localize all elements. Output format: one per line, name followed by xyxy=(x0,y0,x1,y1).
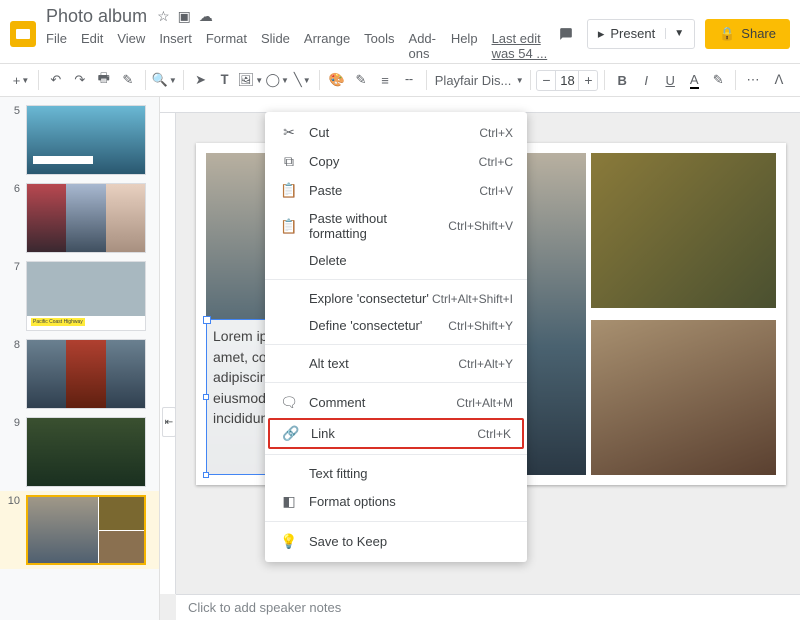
text-color-button[interactable]: A xyxy=(683,68,705,92)
app-header: Photo album ☆ ▣ ☁ File Edit View Insert … xyxy=(0,0,800,63)
border-weight-button[interactable]: ≡ xyxy=(374,68,396,92)
image-tool[interactable]: 🖼▼ xyxy=(238,68,264,92)
menu-help[interactable]: Help xyxy=(451,31,478,61)
zoom-button[interactable]: 🔍▼ xyxy=(152,68,177,92)
menu-cut[interactable]: ✂CutCtrl+X xyxy=(265,118,527,147)
paint-format-button[interactable]: ✎ xyxy=(117,68,139,92)
present-icon: ▸ xyxy=(598,26,605,42)
shape-tool[interactable]: ◯▼ xyxy=(265,68,289,92)
menu-file[interactable]: File xyxy=(46,31,67,61)
cut-icon: ✂ xyxy=(279,124,299,141)
comment-icon: 🗨 xyxy=(279,394,299,411)
menu-insert[interactable]: Insert xyxy=(159,31,192,61)
undo-button[interactable]: ↶ xyxy=(45,68,67,92)
menu-format-options[interactable]: ◧Format options xyxy=(265,487,527,516)
paste-icon: 📋 xyxy=(279,182,299,199)
keep-icon: 💡 xyxy=(279,533,299,550)
paste-plain-icon: 📋 xyxy=(279,218,299,235)
slide-thumb-8[interactable]: 8 xyxy=(0,335,159,413)
bold-button[interactable]: B xyxy=(611,68,633,92)
slide-thumb-10[interactable]: 10 xyxy=(0,491,159,569)
line-tool[interactable]: ╲▼ xyxy=(291,68,313,92)
redo-button[interactable]: ↷ xyxy=(69,68,91,92)
italic-button[interactable]: I xyxy=(635,68,657,92)
last-edit-link[interactable]: Last edit was 54 ... xyxy=(492,31,555,61)
menu-save-to-keep[interactable]: 💡Save to Keep xyxy=(265,527,527,556)
new-slide-button[interactable]: +▼ xyxy=(10,68,32,92)
link-icon: 🔗 xyxy=(281,425,301,442)
menu-edit[interactable]: Edit xyxy=(81,31,103,61)
font-select[interactable] xyxy=(433,71,513,90)
menu-link[interactable]: 🔗LinkCtrl+K xyxy=(268,418,524,449)
present-button[interactable]: ▸ Present ▼ xyxy=(587,19,695,49)
slide-thumb-6[interactable]: 6 xyxy=(0,179,159,257)
menu-paste[interactable]: 📋PasteCtrl+V xyxy=(265,176,527,205)
font-size-value[interactable]: 18 xyxy=(555,71,579,90)
slides-logo xyxy=(10,21,36,47)
menu-delete[interactable]: Delete xyxy=(265,247,527,274)
lock-icon: 🔒 xyxy=(719,26,735,42)
font-size-decrease[interactable]: − xyxy=(537,72,555,88)
slide-image-top-right[interactable] xyxy=(591,153,776,308)
hide-menu-button[interactable]: ᐱ xyxy=(768,68,790,92)
slide-image-bottom-right[interactable] xyxy=(591,320,776,475)
present-dropdown[interactable]: ▼ xyxy=(665,28,684,39)
collapse-filmstrip-button[interactable]: ⇤ xyxy=(162,407,176,437)
textbox-tool[interactable]: 𝐓 xyxy=(214,68,236,92)
menu-tools[interactable]: Tools xyxy=(364,31,394,61)
more-button[interactable]: ⋯ xyxy=(742,68,764,92)
menu-copy[interactable]: ⧉CopyCtrl+C xyxy=(265,147,527,176)
print-button[interactable]: 🖶 xyxy=(93,68,115,92)
doc-title[interactable]: Photo album xyxy=(46,6,147,27)
speaker-notes[interactable]: Click to add speaker notes xyxy=(176,594,800,620)
menu-text-fitting[interactable]: Text fitting xyxy=(265,460,527,487)
underline-button[interactable]: U xyxy=(659,68,681,92)
slide-thumb-9[interactable]: 9 xyxy=(0,413,159,491)
star-icon[interactable]: ☆ xyxy=(157,8,170,25)
slide-thumb-5[interactable]: 5 xyxy=(0,101,159,179)
menu-paste-no-format[interactable]: 📋Paste without formattingCtrl+Shift+V xyxy=(265,205,527,247)
menu-view[interactable]: View xyxy=(117,31,145,61)
menu-slide[interactable]: Slide xyxy=(261,31,290,61)
copy-icon: ⧉ xyxy=(279,153,299,170)
ruler-vertical xyxy=(160,113,176,594)
menu-alt-text[interactable]: Alt textCtrl+Alt+Y xyxy=(265,350,527,377)
font-size-increase[interactable]: + xyxy=(579,72,597,88)
border-dash-button[interactable]: ╌ xyxy=(398,68,420,92)
fill-color-button[interactable]: 🎨 xyxy=(326,68,348,92)
font-size-control: − 18 + xyxy=(536,70,598,91)
menu-comment[interactable]: 🗨CommentCtrl+Alt+M xyxy=(265,388,527,417)
format-options-icon: ◧ xyxy=(279,493,299,510)
cloud-icon[interactable]: ☁ xyxy=(199,8,213,25)
select-tool[interactable]: ➤ xyxy=(190,68,212,92)
menu-format[interactable]: Format xyxy=(206,31,247,61)
highlight-button[interactable]: ✎ xyxy=(707,68,729,92)
border-color-button[interactable]: ✎ xyxy=(350,68,372,92)
menu-arrange[interactable]: Arrange xyxy=(304,31,350,61)
move-icon[interactable]: ▣ xyxy=(178,8,191,25)
ruler-horizontal xyxy=(160,97,800,113)
toolbar: +▼ ↶ ↷ 🖶 ✎ 🔍▼ ➤ 𝐓 🖼▼ ◯▼ ╲▼ 🎨 ✎ ≡ ╌ ▼ − 1… xyxy=(0,63,800,97)
menubar: File Edit View Insert Format Slide Arran… xyxy=(46,31,555,61)
slide-filmstrip[interactable]: 5 6 7 Pacific Coast Highway 8 9 10 xyxy=(0,97,160,620)
context-menu: ✂CutCtrl+X ⧉CopyCtrl+C 📋PasteCtrl+V 📋Pas… xyxy=(265,112,527,562)
slide-thumb-7[interactable]: 7 Pacific Coast Highway xyxy=(0,257,159,335)
menu-explore[interactable]: Explore 'consectetur'Ctrl+Alt+Shift+I xyxy=(265,285,527,312)
share-button[interactable]: 🔒 Share xyxy=(705,19,790,49)
comments-icon[interactable] xyxy=(555,23,577,45)
menu-addons[interactable]: Add-ons xyxy=(409,31,437,61)
menu-define[interactable]: Define 'consectetur'Ctrl+Shift+Y xyxy=(265,312,527,339)
